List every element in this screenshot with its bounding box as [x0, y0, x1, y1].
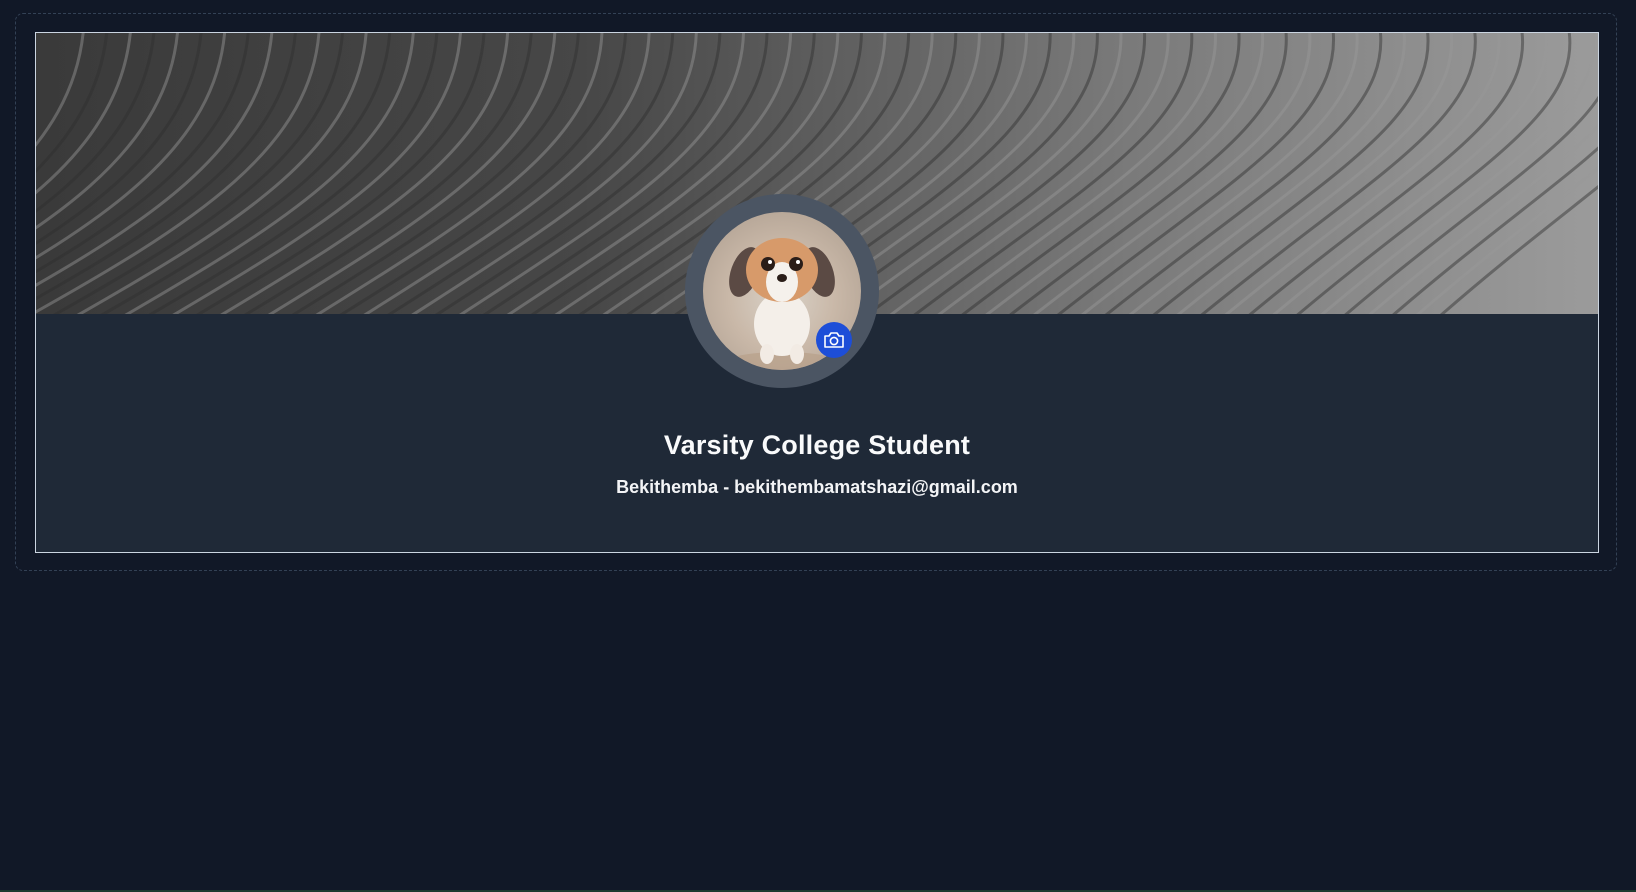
camera-icon: [824, 332, 844, 348]
profile-page: Varsity College Student Bekithemba - bek…: [0, 0, 1636, 892]
avatar[interactable]: [685, 194, 879, 388]
profile-title: Varsity College Student: [663, 430, 971, 460]
change-avatar-button[interactable]: [816, 322, 852, 358]
profile-subtitle: Bekithemba - bekithembamatshazi@gmail.co…: [616, 477, 1018, 497]
